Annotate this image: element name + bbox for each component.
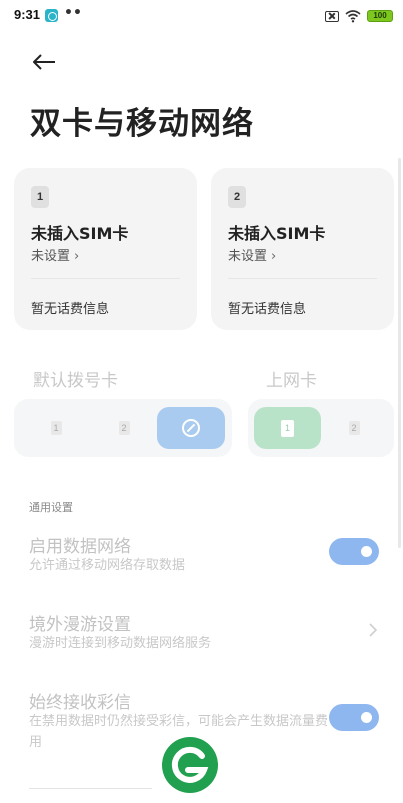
mobile-data-toggle[interactable] [329, 538, 379, 565]
sim-slot-badge: 1 [31, 186, 49, 208]
status-bar: 9:31 •• 100 [0, 0, 403, 32]
more-notifications-icon: •• [64, 5, 82, 21]
chevron-right-icon [369, 623, 378, 637]
sim-setting-link[interactable]: 未设置 › [31, 245, 79, 264]
sim-setting-link[interactable]: 未设置 › [228, 245, 276, 264]
back-arrow-icon[interactable] [30, 50, 58, 74]
data-sim-selector: 1 2 [248, 399, 394, 457]
compass-icon [182, 419, 200, 437]
sim-1-label: 1 [50, 421, 62, 435]
chevron-right-icon: › [74, 249, 80, 264]
app-logo-icon [162, 737, 218, 793]
setting-title: 境外漫游设置 [29, 615, 131, 635]
divider [228, 278, 377, 279]
chevron-right-icon: › [271, 249, 277, 264]
sim-card-1[interactable]: 1 未插入SIM卡 未设置 › 暂无话费信息 [14, 168, 197, 330]
mms-toggle[interactable] [329, 704, 379, 731]
sim-status: 未插入SIM卡 [31, 224, 129, 243]
sim-setting-label: 未设置 [31, 249, 71, 264]
scrollbar[interactable] [398, 158, 401, 548]
data-option-sim-1[interactable]: 1 [254, 407, 321, 449]
dial-option-auto[interactable] [157, 407, 225, 449]
setting-subtitle: 漫游时连接到移动数据网络服务 [29, 636, 212, 651]
data-sim-heading: 上网卡 [266, 371, 317, 391]
default-dial-selector: 1 2 [14, 399, 232, 457]
sim-2-label: 2 [118, 421, 130, 435]
sim-setting-label: 未设置 [228, 249, 268, 264]
page-title: 双卡与移动网络 [30, 106, 254, 142]
sim-2-label: 2 [348, 421, 360, 435]
sim-balance-info: 暂无话费信息 [228, 302, 307, 317]
battery-icon: 100 [367, 10, 393, 22]
divider [29, 788, 152, 789]
dial-option-sim-1[interactable]: 1 [36, 407, 76, 449]
setting-title: 始终接收彩信 [29, 693, 131, 713]
setting-title: 启用数据网络 [29, 537, 131, 557]
sim-card-2[interactable]: 2 未插入SIM卡 未设置 › 暂无话费信息 [211, 168, 394, 330]
app-notification-icon [45, 9, 58, 22]
status-time: 9:31 [14, 7, 41, 22]
no-sim-icon [325, 10, 339, 22]
data-option-sim-2[interactable]: 2 [334, 407, 374, 449]
general-settings-label: 通用设置 [29, 501, 73, 514]
sim-slot-badge: 2 [228, 186, 246, 208]
sim-status: 未插入SIM卡 [228, 224, 326, 243]
divider [31, 278, 180, 279]
sim-balance-info: 暂无话费信息 [31, 302, 110, 317]
dial-option-sim-2[interactable]: 2 [104, 407, 144, 449]
status-icons: 100 [325, 8, 393, 24]
default-dial-heading: 默认拨号卡 [33, 371, 118, 391]
wifi-icon [345, 10, 361, 23]
sim-1-label: 1 [281, 419, 294, 437]
setting-subtitle: 允许通过移动网络存取数据 [29, 558, 186, 573]
